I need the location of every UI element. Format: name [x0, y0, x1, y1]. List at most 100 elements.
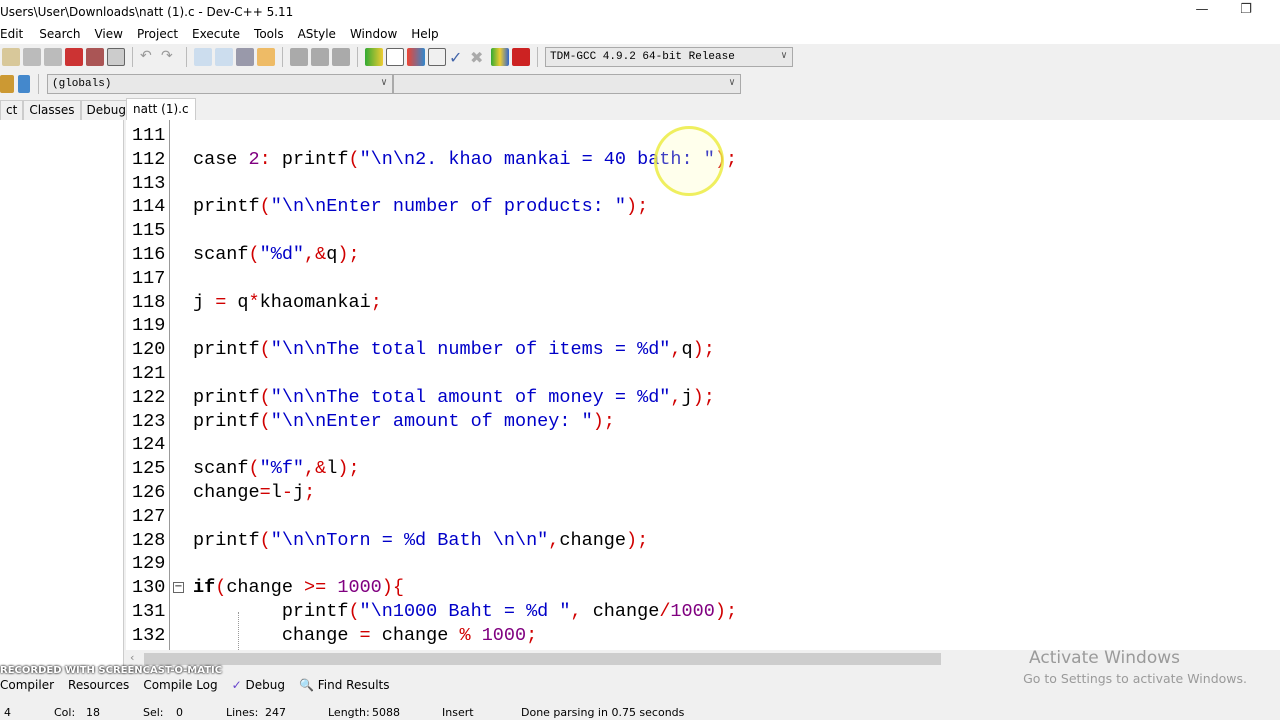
bookmark-forward-icon[interactable] [311, 48, 329, 66]
compile-run-icon[interactable] [407, 48, 425, 66]
indent-icon[interactable] [236, 48, 254, 66]
file-tab[interactable]: natt (1).c [126, 98, 196, 120]
close-all-icon[interactable] [86, 48, 104, 66]
code-line[interactable]: 116 scanf("%d",&q); [126, 243, 1276, 267]
replace-icon[interactable] [215, 48, 233, 66]
menu-window[interactable]: Window [350, 27, 405, 41]
screencast-watermark: RECORDED WITH SCREENCAST-O-MATIC [0, 665, 223, 676]
code-line[interactable]: 132 change = change % 1000; [126, 624, 1276, 648]
tab-label: Find Results [317, 678, 390, 692]
find-icon: 🔍 [299, 678, 314, 692]
save-icon[interactable] [23, 48, 41, 66]
code-text: printf("\n\nEnter number of products: ")… [193, 196, 649, 218]
code-editor[interactable]: 111 112 case 2: printf("\n\n2. khao mankai… [126, 120, 1280, 650]
rebuild-icon[interactable] [428, 48, 446, 66]
code-line[interactable]: 122 printf("\n\nThe total amount of money… [126, 386, 1276, 410]
compiler-value: TDM-GCC 4.9.2 64-bit Release [550, 51, 735, 63]
tab-debug-output[interactable]: ✓ Debug [232, 678, 285, 692]
stop-icon[interactable]: ✖ [470, 48, 488, 67]
menu-astyle[interactable]: AStyle [298, 27, 344, 41]
code-line[interactable]: 117 [126, 267, 1276, 291]
scroll-thumb[interactable] [144, 653, 941, 665]
code-text: j = q*khaomankai; [193, 291, 382, 313]
menu-search[interactable]: Search [39, 27, 88, 41]
line-number: 118 [132, 291, 166, 313]
code-line[interactable]: 126 change=l-j; [126, 481, 1276, 505]
code-text: printf("\n\nThe total number of items = … [193, 339, 715, 361]
print-icon[interactable] [107, 48, 125, 66]
line-number: 113 [132, 172, 166, 194]
tab-resources[interactable]: Resources [68, 678, 129, 692]
main-toolbar: ↶ ↷ ✓ ✖ TDM-GCC 4.9.2 64-bit Release ∨ [0, 44, 1280, 70]
menu-view[interactable]: View [94, 27, 130, 41]
new-file-icon[interactable] [2, 48, 20, 66]
line-number: 121 [132, 363, 166, 384]
check-icon: ✓ [231, 678, 242, 692]
code-line[interactable]: 129 [126, 552, 1276, 576]
project-tabs: ct Classes Debug [0, 100, 132, 120]
code-line[interactable]: 115 [126, 219, 1276, 243]
delete-profile-icon[interactable] [512, 48, 530, 66]
tab-find-results[interactable]: 🔍 Find Results [299, 678, 390, 692]
status-mode: Insert [442, 705, 474, 719]
line-number: 111 [132, 125, 166, 146]
line-number: 126 [132, 482, 166, 503]
tab-label: Debug [245, 678, 285, 692]
code-text: printf("\n\nEnter amount of money: "); [193, 410, 615, 432]
restore-button[interactable]: ❐ [1226, 2, 1266, 22]
line-number: 112 [132, 148, 166, 170]
find-icon[interactable] [194, 48, 212, 66]
tab-classes[interactable]: Classes [23, 100, 81, 120]
tab-project[interactable]: ct [0, 100, 24, 120]
new-class-icon[interactable] [0, 75, 14, 93]
code-text: printf("\n1000 Baht = %d ", change/1000)… [193, 601, 738, 622]
status-lines: 247 [265, 705, 286, 719]
insert-icon[interactable] [18, 75, 30, 93]
run-icon[interactable] [386, 48, 404, 66]
compiler-select[interactable]: TDM-GCC 4.9.2 64-bit Release ∨ [545, 47, 793, 67]
minimize-button[interactable]: — [1182, 2, 1222, 22]
activate-windows-subtitle: Go to Settings to activate Windows. [1023, 671, 1247, 686]
code-line[interactable]: 123 printf("\n\nEnter amount of money: ")… [126, 410, 1276, 434]
save-all-icon[interactable] [44, 48, 62, 66]
profile-icon[interactable] [491, 48, 509, 66]
code-text: printf("\n\nThe total amount of money = … [193, 386, 715, 408]
undo-icon[interactable]: ↶ [140, 48, 158, 66]
syntax-check-icon[interactable]: ✓ [449, 48, 467, 67]
code-line[interactable]: 128 printf("\n\nTorn = %d Bath \n\n",chan… [126, 529, 1276, 553]
unindent-icon[interactable] [257, 48, 275, 66]
line-number: 114 [132, 196, 166, 218]
scope-select[interactable]: (globals) ∨ [47, 74, 393, 94]
symbol-select[interactable]: ∨ [393, 74, 741, 94]
code-line[interactable]: 130− if(change >= 1000){ [126, 576, 1276, 600]
code-line[interactable]: 121 [126, 362, 1276, 386]
bookmark-back-icon[interactable] [290, 48, 308, 66]
code-line[interactable]: 131 printf("\n1000 Baht = %d ", change/1… [126, 600, 1276, 624]
code-line[interactable]: 118 j = q*khaomankai; [126, 291, 1276, 315]
tab-debug[interactable]: Debug [80, 100, 132, 120]
menu-help[interactable]: Help [411, 27, 446, 41]
code-line[interactable]: 114 printf("\n\nEnter number of products:… [126, 195, 1276, 219]
code-line[interactable]: 127 [126, 505, 1276, 529]
tab-compile-log[interactable]: Compile Log [143, 678, 217, 692]
close-file-icon[interactable] [65, 48, 83, 66]
tab-compiler[interactable]: Compiler [0, 678, 54, 692]
code-line[interactable]: 119 [126, 314, 1276, 338]
menu-project[interactable]: Project [137, 27, 186, 41]
line-number: 117 [132, 267, 166, 289]
code-text: if(change >= 1000){ [193, 577, 405, 599]
compile-icon[interactable] [365, 48, 383, 66]
class-toolbar: (globals) ∨ ∨ [0, 72, 760, 96]
code-line[interactable]: 125 scanf("%f",&l); [126, 457, 1276, 481]
fold-toggle-icon[interactable]: − [173, 582, 184, 594]
menu-execute[interactable]: Execute [192, 27, 248, 41]
scope-value: (globals) [52, 78, 112, 90]
code-line[interactable]: 120 printf("\n\nThe total number of items… [126, 338, 1276, 362]
menu-edit[interactable]: Edit [0, 27, 31, 41]
redo-icon[interactable]: ↷ [161, 48, 179, 66]
goto-line-icon[interactable] [332, 48, 350, 66]
cursor-highlight [654, 126, 724, 196]
code-line[interactable]: 124 [126, 433, 1276, 457]
menu-tools[interactable]: Tools [254, 27, 292, 41]
menu-bar: Edit Search View Project Execute Tools AStyle W… [0, 24, 1280, 44]
